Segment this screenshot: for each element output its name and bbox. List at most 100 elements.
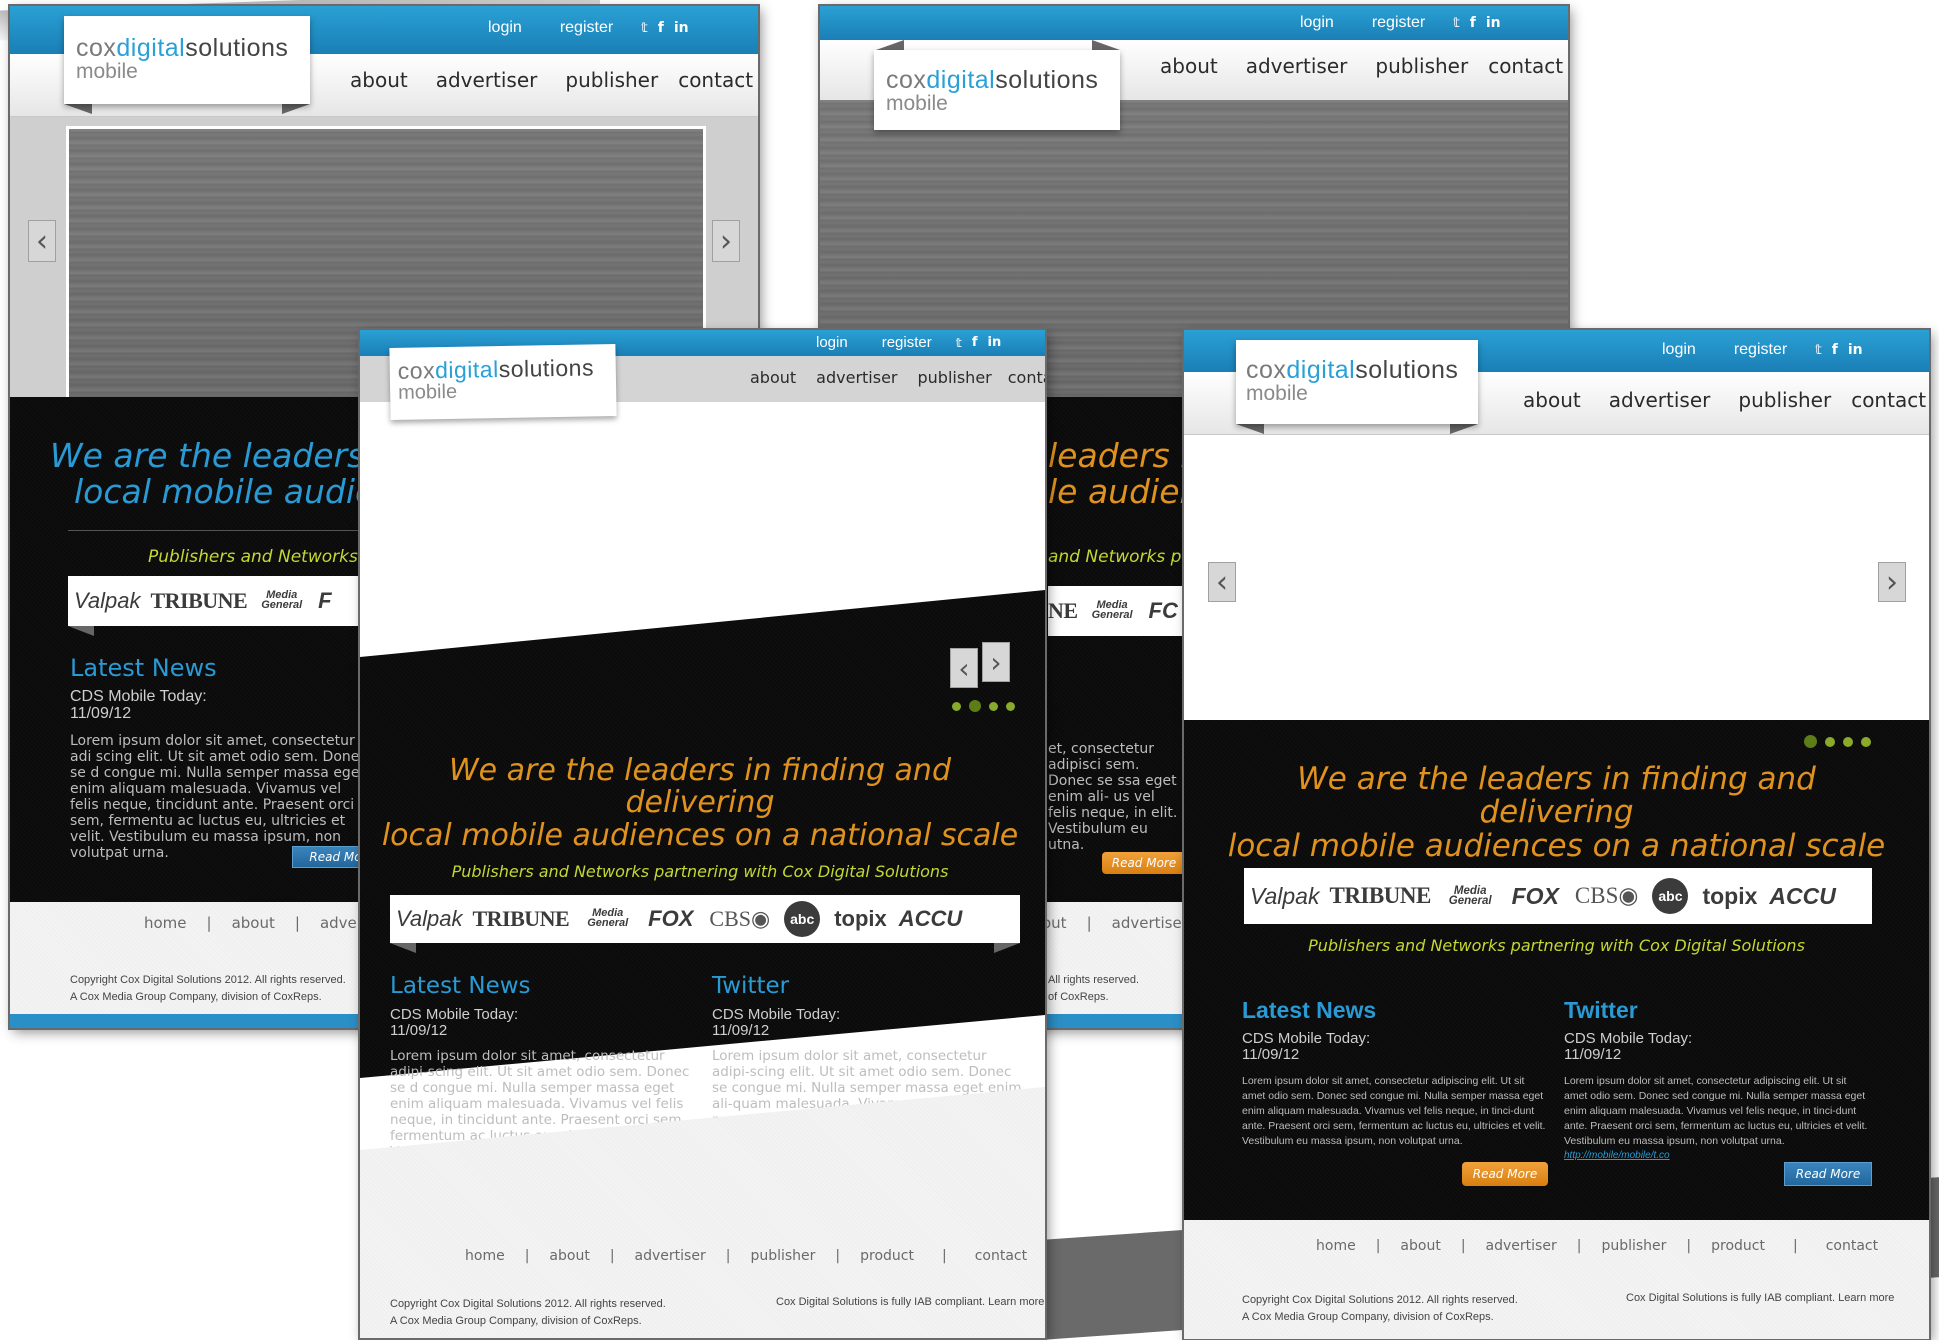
- logo[interactable]: coxdigitalsolutions mobile: [64, 16, 310, 104]
- slider-prev-button[interactable]: ‹: [28, 220, 56, 262]
- slider-next-button[interactable]: ›: [982, 642, 1010, 682]
- slider-dot-3[interactable]: [989, 701, 998, 711]
- nav-advertiser[interactable]: advertiser: [436, 68, 538, 92]
- linkedin-icon[interactable]: in: [674, 20, 689, 36]
- nav-advertiser[interactable]: advertiser: [1246, 54, 1348, 78]
- footer-contact[interactable]: contact: [975, 1248, 1027, 1264]
- footer-advertiser[interactable]: advertiser: [635, 1248, 706, 1264]
- mockup-desktop-front-right: login register 𝕥 f in about advertiser p…: [1184, 330, 1929, 1339]
- nav-publisher[interactable]: publisher: [1375, 54, 1468, 78]
- nav-advertiser[interactable]: advertiser: [1609, 388, 1711, 412]
- slider-dot-4[interactable]: [1006, 701, 1015, 711]
- slider-prev-button[interactable]: ‹: [950, 648, 978, 688]
- media-general-logo: Media General: [587, 907, 629, 929]
- footer-nav: home | about | advertiser: [144, 914, 397, 932]
- footer-publisher[interactable]: publisher: [1601, 1238, 1666, 1254]
- cbs-logo: CBS◉: [1574, 883, 1639, 908]
- login-link[interactable]: login: [1662, 341, 1696, 359]
- nav-publisher[interactable]: publisher: [918, 368, 992, 387]
- iab-notice[interactable]: Cox Digital Solutions is fully IAB compl…: [776, 1296, 1044, 1308]
- footer-publisher[interactable]: publisher: [750, 1248, 815, 1264]
- slider-dot-1[interactable]: [1804, 735, 1817, 748]
- nav-publisher[interactable]: publisher: [565, 68, 658, 92]
- footer-product[interactable]: product: [860, 1248, 914, 1264]
- logo-wordmark: coxdigitalsolutions: [76, 34, 289, 62]
- footer-about[interactable]: out: [1042, 914, 1067, 932]
- footer-advertiser[interactable]: advertiser: [1112, 914, 1188, 932]
- news-read-more-button[interactable]: Read More: [1462, 1162, 1548, 1186]
- headline: We are the leaders in finding and delive…: [381, 753, 1019, 853]
- login-link[interactable]: login: [488, 19, 522, 37]
- footer-contact[interactable]: contact: [1826, 1238, 1878, 1254]
- nav-about[interactable]: about: [1160, 54, 1218, 78]
- slider-dot-2[interactable]: [969, 700, 981, 712]
- tribune-logo: NE: [1048, 598, 1078, 623]
- twitter-icon[interactable]: 𝕥: [1453, 16, 1460, 31]
- logo-fold-left: [1236, 424, 1264, 434]
- register-link[interactable]: register: [1372, 14, 1425, 32]
- register-link[interactable]: register: [560, 19, 613, 37]
- partner-logos-strip: Valpak TRIBUNE Media General FOX CBS◉ abc…: [390, 895, 1020, 943]
- headline-divider: [68, 530, 368, 531]
- facebook-icon[interactable]: f: [1470, 15, 1476, 31]
- partners-tagline: Publishers and Networks partnering with …: [1308, 936, 1805, 955]
- latest-news-title: Latest News: [390, 973, 531, 999]
- slider-dot-1[interactable]: [952, 701, 961, 711]
- twitter-read-more-button[interactable]: Read More: [1784, 1162, 1872, 1186]
- copyright: Copyright Cox Digital Solutions 2012. Al…: [70, 974, 346, 1003]
- nav-publisher[interactable]: publisher: [1738, 388, 1831, 412]
- twitter-icon[interactable]: 𝕥: [641, 21, 648, 36]
- facebook-icon[interactable]: f: [658, 20, 664, 36]
- footer-home[interactable]: home: [465, 1248, 505, 1264]
- slider-next-button[interactable]: ›: [1878, 562, 1906, 602]
- logo[interactable]: coxdigitalsolutions mobile: [1236, 340, 1478, 424]
- twitter-icon[interactable]: 𝕥: [1815, 343, 1822, 358]
- partner-logos-strip: NE Media General FC: [1048, 586, 1188, 636]
- slider-prev-button[interactable]: ‹: [1208, 562, 1236, 602]
- facebook-icon[interactable]: f: [972, 335, 978, 350]
- main-nav: about advertiser publisher contact: [1160, 54, 1563, 78]
- linkedin-icon[interactable]: in: [987, 335, 1001, 350]
- logo-fold-left: [876, 40, 904, 50]
- footer-about[interactable]: about: [1400, 1238, 1440, 1254]
- nav-about[interactable]: about: [1523, 388, 1581, 412]
- twitter-headline: CDS Mobile Today: 11/09/12: [712, 1006, 841, 1039]
- linkedin-icon[interactable]: in: [1486, 15, 1501, 31]
- register-link[interactable]: register: [882, 334, 932, 351]
- footer-about[interactable]: about: [232, 914, 275, 932]
- footer-home[interactable]: home: [144, 914, 187, 932]
- nav-contact[interactable]: contact: [678, 68, 753, 92]
- copyright: All rights reserved. of CoxReps.: [1048, 974, 1140, 1003]
- nav-about[interactable]: about: [350, 68, 408, 92]
- slider-dot-4[interactable]: [1861, 736, 1871, 747]
- twitter-body: Lorem ipsum dolor sit amet, consectetur …: [1564, 1075, 1868, 1147]
- register-link[interactable]: register: [1734, 341, 1787, 359]
- login-link[interactable]: login: [1300, 14, 1334, 32]
- headline: We are the leaders i local mobile audien…: [50, 436, 415, 511]
- footer-about[interactable]: about: [549, 1248, 589, 1264]
- nav-contact[interactable]: contact: [1488, 54, 1563, 78]
- footer-home[interactable]: home: [1316, 1238, 1356, 1254]
- logo[interactable]: coxdigitalsolutions mobile: [874, 50, 1120, 130]
- slider-next-button[interactable]: ›: [712, 220, 740, 262]
- twitter-link[interactable]: http://mobile/mobile/t.co: [1564, 1150, 1670, 1161]
- facebook-icon[interactable]: f: [1832, 342, 1838, 358]
- logo-mobile: mobile: [76, 60, 138, 83]
- iab-notice[interactable]: Cox Digital Solutions is fully IAB compl…: [1626, 1292, 1894, 1304]
- nav-advertiser[interactable]: advertiser: [816, 368, 897, 387]
- logo[interactable]: coxdigitalsolutions mobile: [389, 344, 617, 420]
- twitter-icon[interactable]: 𝕥: [956, 336, 962, 350]
- nav-about[interactable]: about: [750, 368, 796, 387]
- footer-advertiser[interactable]: advertiser: [1486, 1238, 1557, 1254]
- news-read-more-button[interactable]: Read More: [1102, 852, 1186, 874]
- linkedin-icon[interactable]: in: [1848, 342, 1863, 358]
- cbs-logo: CBS◉: [709, 906, 771, 931]
- footer-product[interactable]: product: [1711, 1238, 1765, 1254]
- slider-dot-3[interactable]: [1843, 736, 1853, 747]
- login-link[interactable]: login: [816, 334, 848, 351]
- nav-contact[interactable]: contact: [1008, 368, 1045, 387]
- footer-nav: home | about | advertiser | publisher | …: [1316, 1238, 1879, 1254]
- slider-dot-2[interactable]: [1825, 736, 1835, 747]
- nav-contact[interactable]: contact: [1851, 388, 1926, 412]
- slider-dots: [1804, 735, 1879, 748]
